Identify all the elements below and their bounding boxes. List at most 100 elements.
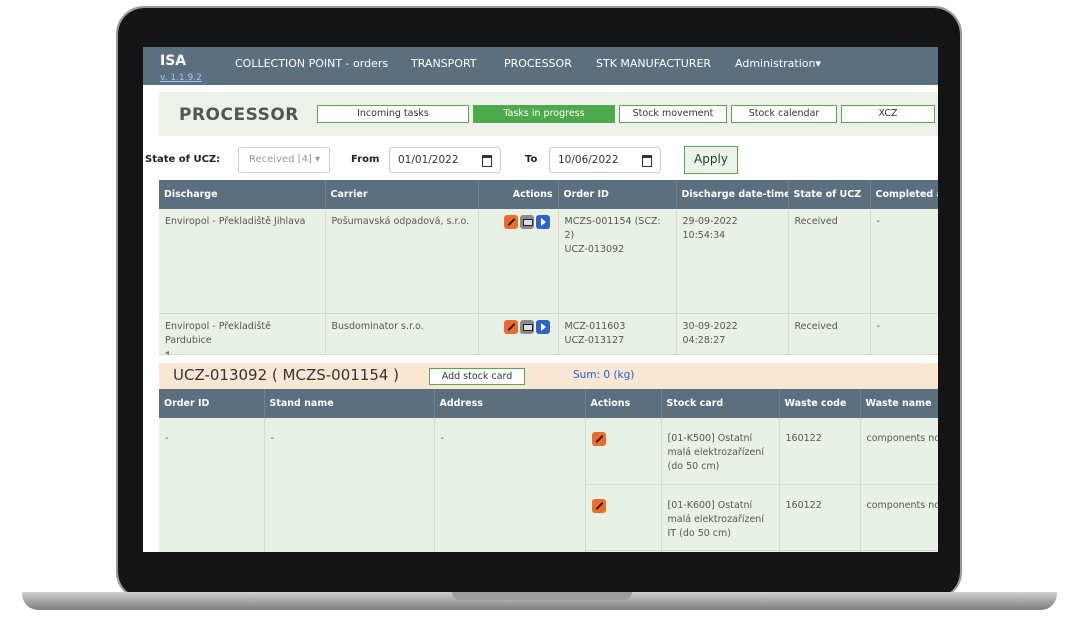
brand[interactable]: ISA [160, 53, 186, 69]
discharge-date: 29-09-2022 [682, 216, 738, 227]
table-row[interactable]: Enviropol - Překladiště Pardubice Busdom… [159, 313, 938, 355]
order-ucz: UCZ-013127 [564, 334, 625, 346]
print-icon[interactable] [519, 319, 534, 334]
col-discharge-datetime[interactable]: Discharge date-time [676, 180, 789, 209]
open-icon[interactable] [535, 215, 550, 229]
col-carrier[interactable]: Carrier [325, 180, 479, 209]
order-id-cell: - [159, 418, 265, 552]
stock-card-cell [661, 550, 780, 552]
discharge-cell: Enviropol - Překladiště Jihlava [159, 209, 326, 314]
edit-icon[interactable] [591, 498, 606, 513]
tab-tasks-in-progress[interactable]: Tasks in progress [473, 105, 615, 123]
address-cell: - [434, 418, 586, 552]
page-title: PROCESSOR [179, 105, 299, 125]
orders-table: Discharge Carrier Actions Order ID Disch… [159, 180, 938, 355]
completed-cell: - [870, 313, 938, 355]
col-state-of-ucz[interactable]: State of UCZ [788, 180, 871, 209]
stand-name-cell: - [264, 418, 435, 552]
col-actions: Actions [585, 389, 662, 418]
completed-cell: - [870, 209, 938, 314]
edit-icon[interactable] [591, 432, 606, 446]
from-date-value: 01/01/2022 [398, 154, 459, 166]
col-stand-name[interactable]: Stand name [264, 389, 435, 418]
state-select[interactable]: Received [4] ▾ [238, 147, 330, 173]
detail-bar: UCZ-013092 ( MCZS-001154 ) Add stock car… [159, 363, 938, 389]
col-discharge[interactable]: Discharge [159, 180, 326, 209]
page-header: PROCESSOR Incoming tasks Tasks in progre… [159, 92, 938, 136]
waste-name-cell: components not specified [860, 418, 938, 485]
actions-cell [478, 209, 559, 314]
detail-title: UCZ-013092 ( MCZS-001154 ) [173, 366, 400, 384]
stock-header-row: Order ID Stand name Address Actions Stoc… [159, 389, 938, 418]
stock-table: Order ID Stand name Address Actions Stoc… [159, 389, 938, 552]
open-icon[interactable] [535, 319, 550, 334]
tab-incoming-tasks[interactable]: Incoming tasks [317, 105, 469, 123]
state-cell: Received [788, 209, 871, 314]
app-screen: ISA v. 1.1.9.2 COLLECTION POINT - orders… [143, 47, 938, 552]
from-date-input[interactable]: 01/01/2022 [389, 147, 501, 173]
to-date-value: 10/06/2022 [558, 154, 619, 166]
nav-processor[interactable]: PROCESSOR [504, 57, 572, 70]
tab-xcz[interactable]: XCZ [841, 105, 935, 123]
edit-icon[interactable] [503, 319, 518, 334]
orders-header-row: Discharge Carrier Actions Order ID Disch… [159, 180, 938, 209]
nav-transport[interactable]: TRANSPORT [411, 57, 477, 70]
version-link[interactable]: v. 1.1.9.2 [160, 73, 202, 83]
edit-icon[interactable] [503, 215, 518, 229]
laptop-notch [452, 592, 632, 600]
to-date-input[interactable]: 10/06/2022 [549, 147, 661, 173]
actions-cell [478, 313, 559, 355]
waste-code-cell: 160122 [779, 484, 861, 551]
waste-name-cell: components not specified [860, 484, 938, 551]
col-waste-code[interactable]: Waste code [779, 389, 861, 418]
waste-code-cell [779, 550, 861, 552]
actions-cell [585, 418, 662, 485]
print-icon[interactable] [519, 215, 534, 229]
col-stock-card[interactable]: Stock card [661, 389, 780, 418]
waste-code-cell: 160122 [779, 418, 861, 485]
col-completed-at[interactable]: Completed at [870, 180, 938, 209]
nav-stk-manufacturer[interactable]: STK MANUFACTURER [596, 57, 711, 70]
col-address[interactable]: Address [434, 389, 586, 418]
scroll-left-icon[interactable]: ◂ [165, 348, 169, 357]
discharge-time: 10:54:34 [682, 230, 726, 241]
apply-button[interactable]: Apply [684, 146, 738, 174]
nav-administration[interactable]: Administration▾ [735, 57, 821, 70]
table-row[interactable]: - - - [01-K500] Ostatní malá elektrozaří… [159, 418, 938, 552]
to-label: To [525, 154, 538, 165]
actions-cell [585, 550, 662, 552]
col-waste-name[interactable]: Waste name [860, 389, 938, 418]
table-row[interactable]: Enviropol - Překladiště Jihlava Pošumavs… [159, 209, 938, 314]
filter-bar: State of UCZ: Received [4] ▾ From 01/01/… [143, 146, 938, 174]
add-stock-card-button[interactable]: Add stock card [429, 368, 525, 385]
nav-collection-point[interactable]: COLLECTION POINT - orders [235, 57, 388, 70]
carrier-cell: Busdominator s.r.o. [325, 313, 479, 355]
waste-name-cell [860, 550, 938, 552]
actions-cell [585, 484, 662, 551]
order-id-cell: MCZS-001154 (SCZ: 2) UCZ-013092 [558, 209, 677, 314]
tab-stock-movement[interactable]: Stock movement [619, 105, 727, 123]
stock-card-cell: [01-K500] Ostatní malá elektrozařízení (… [661, 418, 780, 485]
col-actions: Actions [478, 180, 559, 209]
discharge-date: 30-09-2022 [682, 320, 738, 332]
state-cell: Received [788, 313, 871, 355]
order-id-cell: MCZ-011603 UCZ-013127 [558, 313, 677, 355]
carrier-cell: Pošumavská odpadová, s.r.o. [325, 209, 479, 314]
col-order-id[interactable]: Order ID [558, 180, 677, 209]
datetime-cell: 30-09-2022 04:28:27 [676, 313, 789, 355]
sum-label: Sum: 0 (kg) [573, 369, 635, 381]
top-navbar: ISA v. 1.1.9.2 COLLECTION POINT - orders… [143, 47, 938, 85]
discharge-cell: Enviropol - Překladiště Pardubice [159, 313, 326, 355]
calendar-icon[interactable] [482, 155, 492, 167]
discharge-time: 04:28:27 [682, 334, 726, 346]
tab-stock-calendar[interactable]: Stock calendar [731, 105, 837, 123]
from-label: From [351, 154, 380, 165]
col-order-id[interactable]: Order ID [159, 389, 265, 418]
order-ucz: UCZ-013092 [564, 244, 625, 255]
order-id[interactable]: MCZ-011603 [565, 320, 670, 334]
stock-card-cell: [01-K600] Ostatní malá elektrozařízení I… [661, 484, 780, 551]
state-label: State of UCZ: [145, 154, 221, 165]
calendar-icon[interactable] [642, 155, 652, 167]
order-id[interactable]: MCZS-001154 (SCZ: 2) [565, 215, 670, 243]
datetime-cell: 29-09-2022 10:54:34 [676, 209, 789, 314]
